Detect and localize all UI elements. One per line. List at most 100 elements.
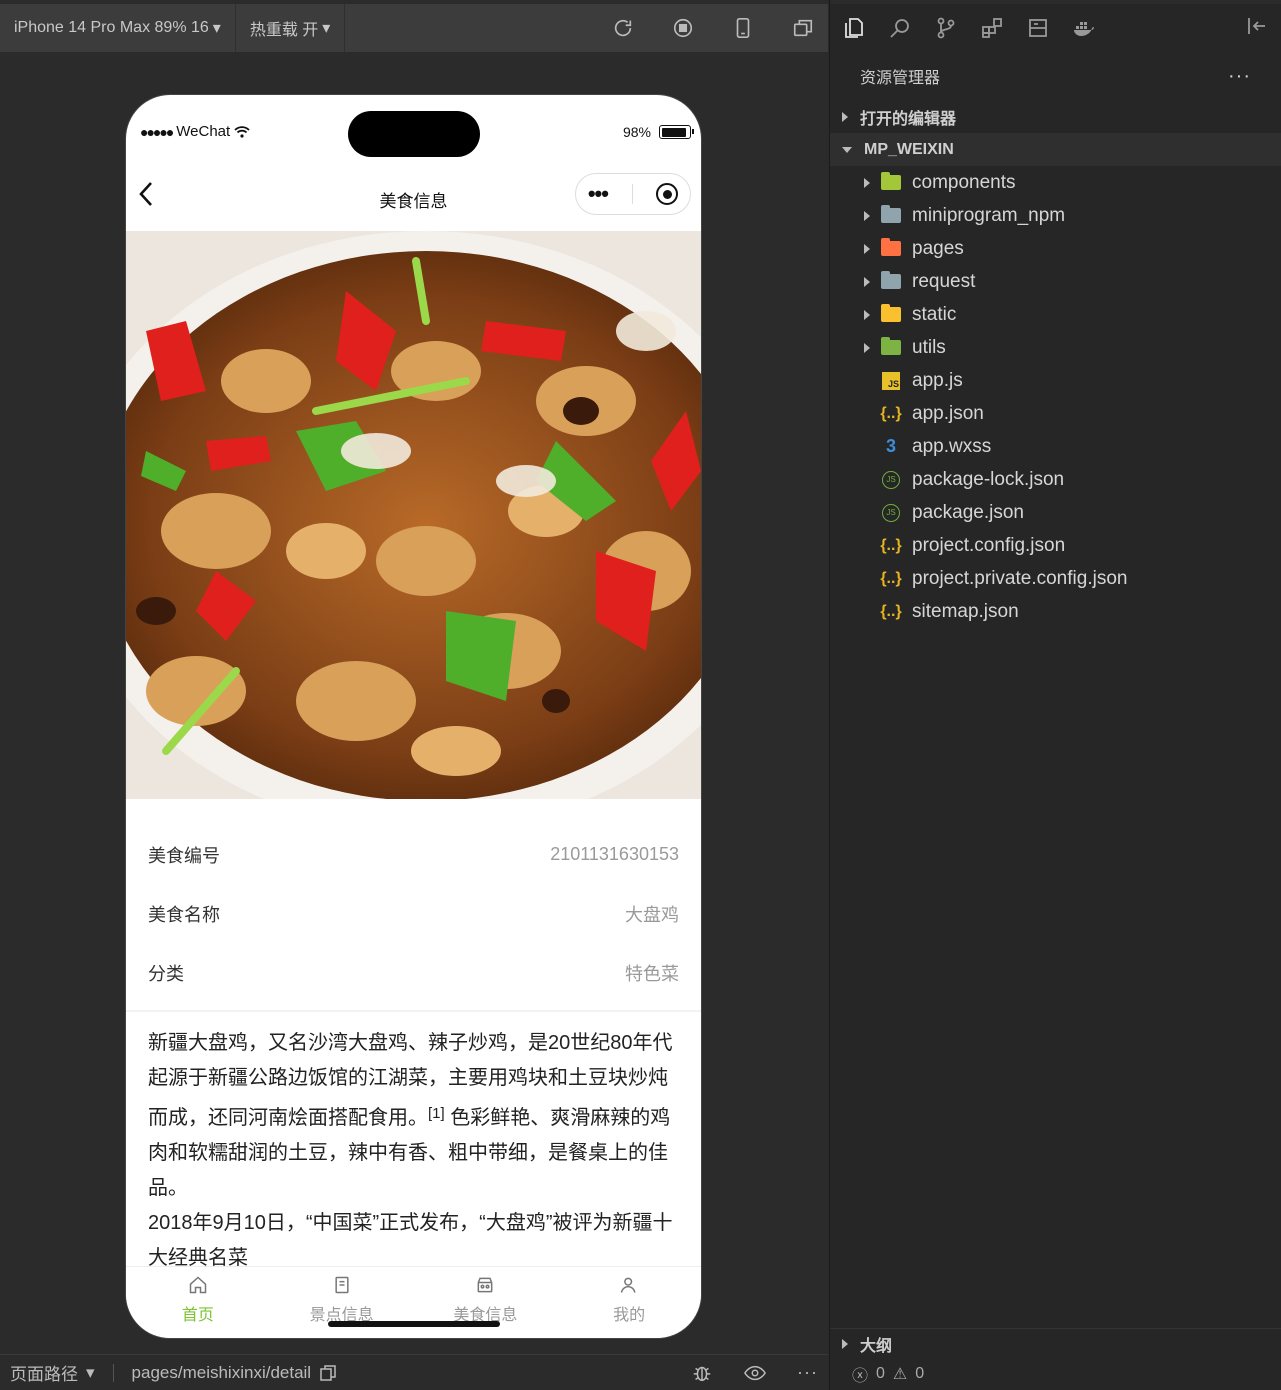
folder-miniprogram-npm[interactable]: miniprogram_npm	[830, 199, 1281, 232]
problems-status[interactable]: ⓧ 0 ⚠ 0	[852, 1362, 924, 1386]
file-name: app.wxss	[912, 435, 992, 457]
file-app-wxss[interactable]: 3 app.wxss	[830, 430, 1281, 463]
folder-icon	[881, 172, 901, 190]
files-icon[interactable]	[842, 16, 866, 40]
copy-icon[interactable]	[319, 1364, 337, 1382]
search-icon[interactable]	[888, 16, 912, 40]
tab-scenic[interactable]: 景点信息	[270, 1267, 414, 1338]
citation[interactable]: [1]	[428, 1105, 445, 1122]
hot-reload-label: 热重载 开	[249, 22, 319, 39]
tab-home[interactable]: 首页	[126, 1267, 270, 1338]
section-label: MP_WEIXIN	[864, 140, 954, 158]
field-row-id: 美食编号 2101131630153	[126, 825, 701, 884]
detail-section: 美食编号 2101131630153 美食名称 大盘鸡 分类 特色菜 新疆大盘鸡…	[126, 825, 701, 1290]
tab-mine[interactable]: 我的	[557, 1267, 701, 1338]
file-name: project.config.json	[912, 534, 1066, 556]
hot-reload-selector[interactable]: 热重载 开 ▾	[236, 4, 346, 52]
detach-window-icon[interactable]	[788, 13, 818, 43]
folder-icon	[881, 205, 901, 223]
tab-label: 我的	[613, 1307, 646, 1324]
folder-utils[interactable]: utils	[830, 331, 1281, 364]
folder-pages[interactable]: pages	[830, 232, 1281, 265]
chevron-down-icon[interactable]: ▾	[86, 1363, 95, 1383]
file-project-config-json[interactable]: {..} project.config.json	[830, 529, 1281, 562]
field-label: 美食名称	[148, 904, 220, 925]
folder-static[interactable]: static	[830, 298, 1281, 331]
tab-label: 首页	[181, 1307, 214, 1324]
folder-name: miniprogram_npm	[912, 204, 1066, 226]
device-selector[interactable]: iPhone 14 Pro Max 89% 16 ▾	[0, 4, 236, 52]
chevron-right-icon	[842, 1338, 848, 1349]
chevron-right-icon	[864, 309, 870, 320]
folder-name: components	[912, 171, 1016, 193]
chevron-right-icon	[864, 243, 870, 254]
battery-icon	[659, 125, 694, 139]
folder-request[interactable]: request	[830, 265, 1281, 298]
battery-percent: 98%	[622, 124, 651, 140]
field-row-category: 分类 特色菜	[126, 943, 701, 1002]
field-label: 美食编号	[148, 845, 220, 866]
source-control-icon[interactable]	[934, 16, 958, 40]
open-editors-section[interactable]: 打开的编辑器	[830, 100, 1281, 133]
home-indicator	[328, 1321, 500, 1327]
folder-name: static	[912, 303, 957, 325]
devtools-window: iPhone 14 Pro Max 89% 16 ▾ 热重载 开 ▾ ●●●●●…	[0, 0, 1281, 1390]
page-path-value: pages/meishixinxi/detail	[131, 1362, 312, 1382]
tab-food[interactable]: 美食信息	[414, 1267, 558, 1338]
folder-name: request	[912, 270, 976, 292]
document-icon	[335, 1276, 349, 1294]
carrier-label: WeChat	[176, 123, 231, 140]
wifi-icon	[234, 125, 250, 138]
file-app-json[interactable]: {..} app.json	[830, 397, 1281, 430]
project-section[interactable]: MP_WEIXIN	[830, 133, 1281, 166]
explorer-panel: 资源管理器 ··· 打开的编辑器 MP_WEIXIN components mi…	[829, 0, 1281, 1390]
more-icon[interactable]: •••	[588, 181, 609, 207]
stop-icon[interactable]	[668, 13, 698, 43]
status-bar: ●●●●● WeChat 98%	[126, 95, 701, 171]
close-miniprogram-icon[interactable]	[656, 183, 679, 205]
outline-section[interactable]: 大纲	[830, 1328, 1281, 1358]
warning-count: 0	[915, 1365, 925, 1382]
file-name: app.json	[912, 402, 984, 424]
chevron-right-icon	[864, 210, 870, 221]
field-value: 特色菜	[625, 963, 679, 984]
chevron-right-icon	[864, 342, 870, 353]
description: 新疆大盘鸡，又名沙湾大盘鸡、辣子炒鸡，是20世纪80年代起源于新疆公路边饭馆的江…	[126, 1012, 701, 1290]
file-sitemap-json[interactable]: {..} sitemap.json	[830, 595, 1281, 628]
page-path-bar: 页面路径 ▾ pages/meishixinxi/detail ···	[0, 1354, 828, 1390]
storage-icon[interactable]	[1026, 16, 1050, 40]
file-project-private-config-json[interactable]: {..} project.private.config.json	[830, 562, 1281, 595]
page-path-label[interactable]: 页面路径	[10, 1360, 78, 1385]
phone-icon[interactable]	[728, 13, 758, 43]
file-name: project.private.config.json	[912, 567, 1128, 589]
json-file-icon: {..}	[880, 569, 902, 587]
file-package-lock-json[interactable]: JS package-lock.json	[830, 463, 1281, 496]
eye-icon[interactable]	[743, 1362, 767, 1384]
bug-icon[interactable]	[691, 1362, 713, 1384]
error-count: 0	[876, 1365, 885, 1382]
folder-icon	[881, 304, 901, 322]
docker-icon[interactable]	[1072, 16, 1096, 40]
field-label: 分类	[148, 963, 184, 984]
folder-icon	[881, 271, 901, 289]
chevron-down-icon	[842, 146, 852, 153]
dynamic-island	[348, 111, 480, 157]
collapse-panel-icon[interactable]	[1245, 14, 1269, 38]
description-text: 2018年9月10日，“中国菜”正式发布，“大盘鸡”被评为新疆十大经典名菜	[148, 1212, 673, 1269]
more-icon[interactable]: ···	[1228, 65, 1251, 88]
explorer-title: 资源管理器	[860, 70, 941, 87]
folder-name: pages	[912, 237, 964, 259]
field-value: 大盘鸡	[625, 904, 679, 925]
chevron-right-icon	[864, 276, 870, 287]
signal-icon: ●●●●●	[140, 123, 174, 140]
extensions-icon[interactable]	[980, 16, 1004, 40]
node-file-icon: JS	[882, 503, 900, 522]
more-icon[interactable]: ···	[797, 1362, 818, 1383]
user-icon	[620, 1277, 636, 1293]
warning-icon: ⚠	[892, 1366, 908, 1383]
refresh-icon[interactable]	[608, 13, 638, 43]
file-package-json[interactable]: JS package.json	[830, 496, 1281, 529]
folder-components[interactable]: components	[830, 166, 1281, 199]
file-app-js[interactable]: JS app.js	[830, 364, 1281, 397]
json-file-icon: {..}	[880, 602, 902, 620]
